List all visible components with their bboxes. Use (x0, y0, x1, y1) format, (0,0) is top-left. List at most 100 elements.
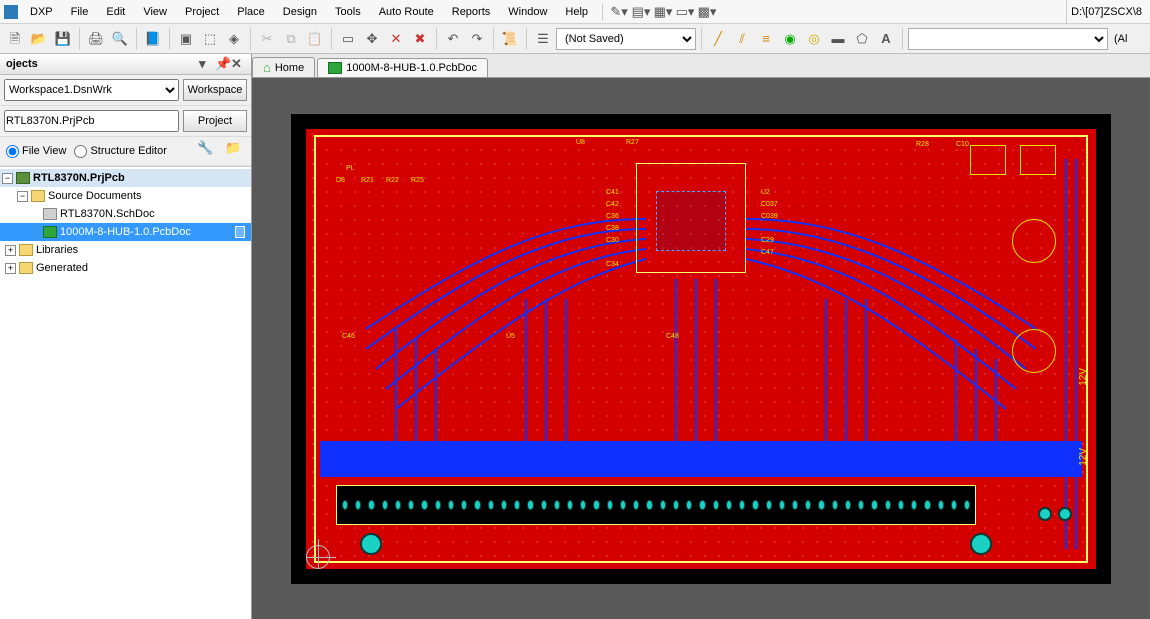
workspace-button[interactable]: Workspace (183, 79, 247, 101)
workspace-combo[interactable]: Workspace1.DsnWrk (4, 79, 179, 101)
project-tree[interactable]: −RTL8370N.PrjPcb −Source Documents RTL83… (0, 166, 251, 619)
script-icon[interactable]: 📜 (499, 28, 521, 50)
route-diff-icon[interactable]: ⫽ (731, 28, 753, 50)
zoom-area-icon[interactable]: ⬚ (199, 28, 221, 50)
via-icon[interactable]: ◉ (779, 28, 801, 50)
pin-icon[interactable]: 📌 (215, 57, 229, 71)
tree-pcbdoc[interactable]: 1000M-8-HUB-1.0.PcbDoc (0, 223, 251, 241)
refdes: R28 (916, 141, 929, 148)
refdes: C30 (606, 237, 619, 244)
menu-reports[interactable]: Reports (444, 3, 499, 21)
zoom-sel-icon[interactable]: ◈ (223, 28, 245, 50)
menu-dxp[interactable]: DXP (22, 3, 61, 21)
refdes: C42 (606, 201, 619, 208)
connector-pad (660, 500, 666, 510)
open-icon[interactable]: 📂 (28, 28, 50, 50)
refdes: D8 (336, 177, 345, 184)
cut-icon[interactable]: ✂ (256, 28, 278, 50)
menu-design[interactable]: Design (275, 3, 325, 21)
refdes: R21 (361, 177, 374, 184)
save-icon[interactable]: 💾 (52, 28, 74, 50)
route-multi-icon[interactable]: ≡ (755, 28, 777, 50)
menu-tools[interactable]: Tools (327, 3, 369, 21)
pcb-board[interactable]: U8 R27 C41 C42 C36 C38 C30 C34 U2 C037 C… (306, 129, 1096, 569)
snapshot-combo[interactable]: (Not Saved) (556, 28, 696, 50)
copy-icon[interactable]: ⧉ (280, 28, 302, 50)
rect-select-icon[interactable]: ▭ (337, 28, 359, 50)
dropdown-icon[interactable]: ▾ (199, 57, 213, 71)
tab-home[interactable]: ⌂ Home (252, 57, 315, 77)
connector-pad (699, 500, 705, 510)
new-icon[interactable]: 🗎 (4, 28, 26, 50)
component-combo[interactable] (908, 28, 1108, 50)
refdes: U2 (761, 189, 770, 196)
connector-pad (633, 500, 639, 510)
project-input[interactable] (4, 110, 179, 132)
pcb-canvas[interactable]: U8 R27 C41 C42 C36 C38 C30 C34 U2 C037 C… (252, 78, 1150, 619)
structure-editor-radio[interactable]: Structure Editor (74, 145, 166, 158)
folder-icon[interactable]: 📁 (225, 141, 245, 161)
redo-icon[interactable]: ↷ (466, 28, 488, 50)
refresh-icon[interactable]: 🔧 (197, 141, 217, 161)
connector-pad (686, 500, 692, 510)
deselect-icon[interactable]: ✕ (385, 28, 407, 50)
menu-autoroute[interactable]: Auto Route (371, 3, 442, 21)
select-icon[interactable]: ▭▾ (675, 3, 695, 21)
tree-libraries[interactable]: +Libraries (0, 241, 251, 259)
project-button[interactable]: Project (183, 110, 247, 132)
refdes: R27 (626, 139, 639, 146)
tree-schdoc[interactable]: RTL8370N.SchDoc (0, 205, 251, 223)
app-logo-icon (4, 5, 18, 19)
refdes: C46 (342, 333, 355, 340)
connector-pad (964, 500, 970, 510)
tab-pcbdoc[interactable]: 1000M-8-HUB-1.0.PcbDoc (317, 58, 488, 77)
layers-icon[interactable]: ▦▾ (653, 3, 673, 21)
tree-source-documents[interactable]: −Source Documents (0, 187, 251, 205)
panel-title-label: ojects (6, 58, 38, 70)
menu-view[interactable]: View (135, 3, 175, 21)
fill-icon[interactable]: ▬ (827, 28, 849, 50)
menu-project[interactable]: Project (177, 3, 227, 21)
grid-icon[interactable]: ▩▾ (697, 3, 717, 21)
menu-window[interactable]: Window (500, 3, 555, 21)
pencil-icon[interactable]: ✎▾ (609, 3, 629, 21)
preview-icon[interactable]: 🔍 (109, 28, 131, 50)
tree-project-root[interactable]: −RTL8370N.PrjPcb (0, 169, 251, 187)
connector-pad (885, 500, 891, 510)
print-icon[interactable]: 🖨 (85, 28, 107, 50)
menu-file[interactable]: File (63, 3, 97, 21)
file-view-radio[interactable]: File View (6, 145, 66, 158)
pad-icon[interactable]: ◎ (803, 28, 825, 50)
menu-place[interactable]: Place (229, 3, 273, 21)
refdes: C48 (666, 333, 679, 340)
book-icon[interactable]: 📘 (142, 28, 164, 50)
refdes: R25 (411, 177, 424, 184)
browse-icon[interactable]: ☰ (532, 28, 554, 50)
connector-pad (501, 500, 507, 510)
cap-outline (1012, 219, 1056, 263)
projects-panel: ojects ▾ 📌 ✕ Workspace1.DsnWrk Workspace… (0, 54, 252, 619)
main-ic-die (656, 191, 726, 251)
pcb-icon (328, 62, 342, 74)
undo-icon[interactable]: ↶ (442, 28, 464, 50)
connector-pad (514, 500, 520, 510)
connector-pad (832, 500, 838, 510)
close-icon[interactable]: ✕ (231, 57, 245, 71)
move-icon[interactable]: ✥ (361, 28, 383, 50)
menu-edit[interactable]: Edit (98, 3, 133, 21)
filter-icon[interactable]: ▤▾ (631, 3, 651, 21)
tree-generated[interactable]: +Generated (0, 259, 251, 277)
clear-icon[interactable]: ✖ (409, 28, 431, 50)
text-icon[interactable]: A (875, 28, 897, 50)
refdes: C41 (606, 189, 619, 196)
paste-icon[interactable]: 📋 (304, 28, 326, 50)
tab-home-label: Home (275, 62, 304, 74)
connector-pad (488, 500, 494, 510)
zoom-fit-icon[interactable]: ▣ (175, 28, 197, 50)
connector-pad (620, 500, 626, 510)
connector-pad (871, 500, 877, 510)
menu-help[interactable]: Help (557, 3, 596, 21)
route-icon[interactable]: ╱ (707, 28, 729, 50)
poly-icon[interactable]: ⬠ (851, 28, 873, 50)
connector-pad (938, 500, 944, 510)
